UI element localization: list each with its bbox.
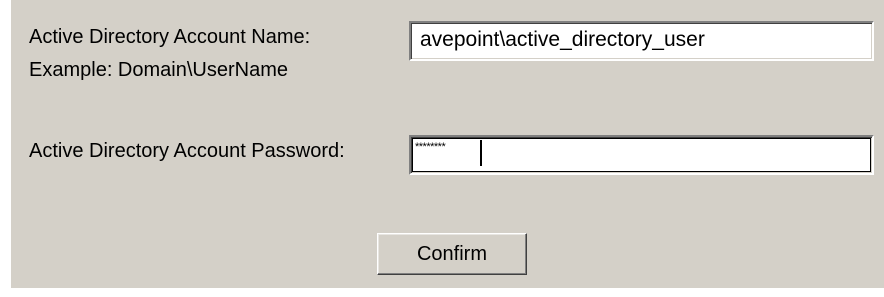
password-input[interactable]: ******** bbox=[409, 135, 874, 175]
text-caret bbox=[480, 140, 482, 166]
password-label: Active Directory Account Password: bbox=[29, 140, 345, 162]
account-name-example: Example: Domain\UserName bbox=[29, 59, 288, 81]
ad-account-dialog: Active Directory Account Name: Example: … bbox=[11, 0, 884, 288]
password-value: ******** bbox=[415, 141, 446, 153]
confirm-button[interactable]: Confirm bbox=[377, 233, 527, 275]
account-name-label: Active Directory Account Name: bbox=[29, 26, 311, 48]
account-name-value: avepoint\active_directory_user bbox=[420, 28, 705, 51]
account-name-input[interactable]: avepoint\active_directory_user bbox=[409, 21, 874, 61]
